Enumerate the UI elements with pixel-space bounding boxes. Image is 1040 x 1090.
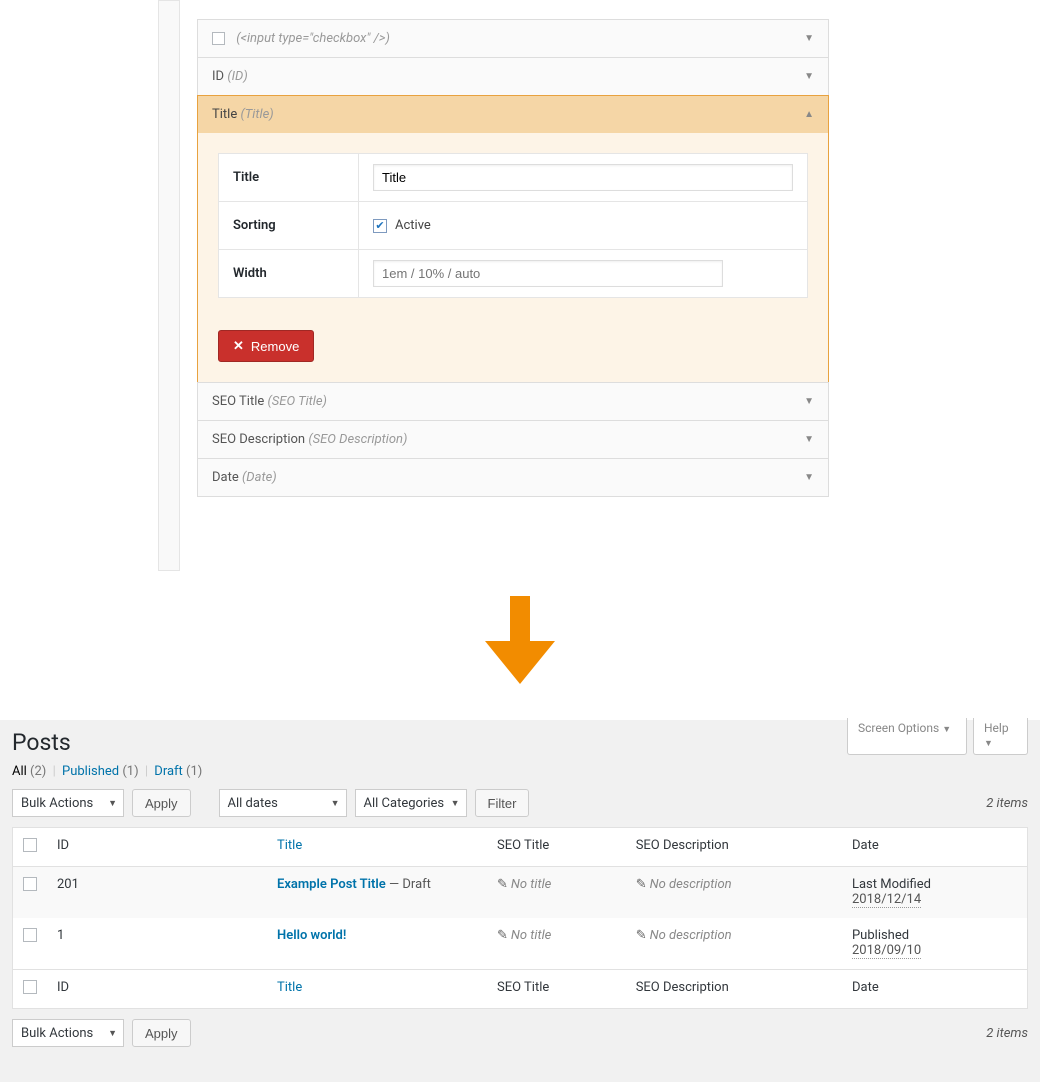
date-filter-select[interactable]: All dates <box>219 789 347 817</box>
col-title[interactable]: Title <box>267 828 487 867</box>
pencil-icon: ✎ <box>497 928 508 943</box>
row-date-label: Published <box>852 928 909 943</box>
down-arrow-graphic <box>0 571 1040 720</box>
select-all-checkbox[interactable] <box>23 838 37 852</box>
col-seo-desc[interactable]: SEO Description <box>626 828 842 867</box>
title-input[interactable] <box>373 164 793 191</box>
column-row-id[interactable]: ID (ID) ▼ <box>197 57 829 96</box>
row-label: Date <box>212 470 239 485</box>
pencil-icon: ✎ <box>636 928 647 943</box>
row-seo-desc: No description <box>650 877 732 892</box>
arrow-down-icon <box>480 596 560 686</box>
width-input[interactable] <box>373 260 723 287</box>
select-all-checkbox-bottom[interactable] <box>23 980 37 994</box>
row-label: ID <box>212 69 224 84</box>
col-seo-title-foot[interactable]: SEO Title <box>487 970 626 1009</box>
column-row-seo-title[interactable]: SEO Title (SEO Title) ▼ <box>197 382 829 421</box>
chevron-down-icon: ▼ <box>804 71 814 82</box>
sorting-field-label: Sorting <box>219 202 359 249</box>
help-button[interactable]: Help ▼ <box>973 718 1028 755</box>
row-id: 1 <box>47 918 267 970</box>
table-row: 201 Example Post Title — Draft ✎No title… <box>13 867 1028 919</box>
posts-section: Posts Screen Options ▼ Help ▼ All (2) | … <box>0 720 1040 1082</box>
chevron-down-icon: ▼ <box>804 472 814 483</box>
row-label: Title <box>212 107 237 122</box>
row-seo-title: No title <box>511 877 551 892</box>
sidebar-strip <box>158 0 180 571</box>
col-id[interactable]: ID <box>47 828 267 867</box>
filter-draft[interactable]: Draft (1) <box>154 764 202 779</box>
filter-all[interactable]: All (2) <box>12 764 46 779</box>
row-checkbox[interactable] <box>23 877 37 891</box>
filter-published[interactable]: Published (1) <box>62 764 139 779</box>
row-date-value: 2018/12/14 <box>852 892 921 908</box>
top-toolbar: Bulk Actions Apply All dates All Categor… <box>12 789 1028 827</box>
col-seo-title[interactable]: SEO Title <box>487 828 626 867</box>
col-date-foot[interactable]: Date <box>842 970 1028 1009</box>
chevron-down-icon: ▼ <box>804 434 814 445</box>
column-row-date[interactable]: Date (Date) ▼ <box>197 458 829 497</box>
row-title-link[interactable]: Example Post Title <box>277 877 386 892</box>
sorting-active-label: Active <box>395 218 431 233</box>
row-title-link[interactable]: Hello world! <box>277 928 346 943</box>
bulk-actions-select-bottom[interactable]: Bulk Actions <box>12 1019 124 1047</box>
pencil-icon: ✎ <box>636 877 647 892</box>
col-seo-desc-foot[interactable]: SEO Description <box>626 970 842 1009</box>
row-slug: (SEO Title) <box>267 394 326 409</box>
screen-options-button[interactable]: Screen Options ▼ <box>847 718 967 755</box>
row-slug: (ID) <box>227 69 247 84</box>
chevron-down-icon: ▼ <box>804 396 814 407</box>
bulk-actions-select[interactable]: Bulk Actions <box>12 789 124 817</box>
status-filter-links: All (2) | Published (1) | Draft (1) <box>12 760 1028 789</box>
category-filter-select[interactable]: All Categories <box>355 789 467 817</box>
items-count-top: 2 items <box>986 796 1028 811</box>
filter-button[interactable]: Filter <box>475 789 530 817</box>
row-slug: (SEO Description) <box>308 432 407 447</box>
posts-table: ID Title SEO Title SEO Description Date … <box>12 827 1028 1009</box>
chevron-up-icon: ▲ <box>804 109 814 120</box>
checkbox-icon <box>212 32 225 45</box>
row-slug: (Title) <box>240 107 273 122</box>
row-id: 201 <box>47 867 267 919</box>
col-id-foot[interactable]: ID <box>47 970 267 1009</box>
remove-button[interactable]: ✕ Remove <box>218 330 314 362</box>
column-accordion: (<input type="checkbox" />) ▼ ID (ID) ▼ … <box>197 0 829 497</box>
apply-button-bottom[interactable]: Apply <box>132 1019 191 1047</box>
row-status: — Draft <box>386 877 431 892</box>
column-row-title: Title (Title) ▲ Title Sorting <box>197 95 829 383</box>
checkbox-code: (<input type="checkbox" />) <box>236 31 390 46</box>
table-row: 1 Hello world! ✎No title ✎No description… <box>13 918 1028 970</box>
bottom-toolbar: Bulk Actions Apply 2 items <box>12 1009 1028 1047</box>
pencil-icon: ✎ <box>497 877 508 892</box>
column-row-seo-description[interactable]: SEO Description (SEO Description) ▼ <box>197 420 829 459</box>
col-title-foot[interactable]: Title <box>267 970 487 1009</box>
apply-button-top[interactable]: Apply <box>132 789 191 817</box>
chevron-down-icon: ▼ <box>804 33 814 44</box>
column-row-checkbox[interactable]: (<input type="checkbox" />) ▼ <box>197 19 829 58</box>
sorting-checkbox[interactable]: ✔ <box>373 219 387 233</box>
items-count-bottom: 2 items <box>986 1026 1028 1041</box>
title-fields: Title Sorting ✔ Active Width <box>218 153 808 298</box>
row-date-label: Last Modified <box>852 877 931 892</box>
row-seo-desc: No description <box>650 928 732 943</box>
row-checkbox[interactable] <box>23 928 37 942</box>
title-field-label: Title <box>219 154 359 201</box>
col-date[interactable]: Date <box>842 828 1028 867</box>
row-label: SEO Title <box>212 394 264 409</box>
width-field-label: Width <box>219 250 359 297</box>
close-icon: ✕ <box>233 338 244 354</box>
row-label: SEO Description <box>212 432 305 447</box>
remove-label: Remove <box>251 339 299 354</box>
column-row-title-header[interactable]: Title (Title) ▲ <box>198 96 828 133</box>
row-seo-title: No title <box>511 928 551 943</box>
row-date-value: 2018/09/10 <box>852 943 921 959</box>
row-slug: (Date) <box>242 470 277 485</box>
page-title: Posts <box>12 720 71 760</box>
